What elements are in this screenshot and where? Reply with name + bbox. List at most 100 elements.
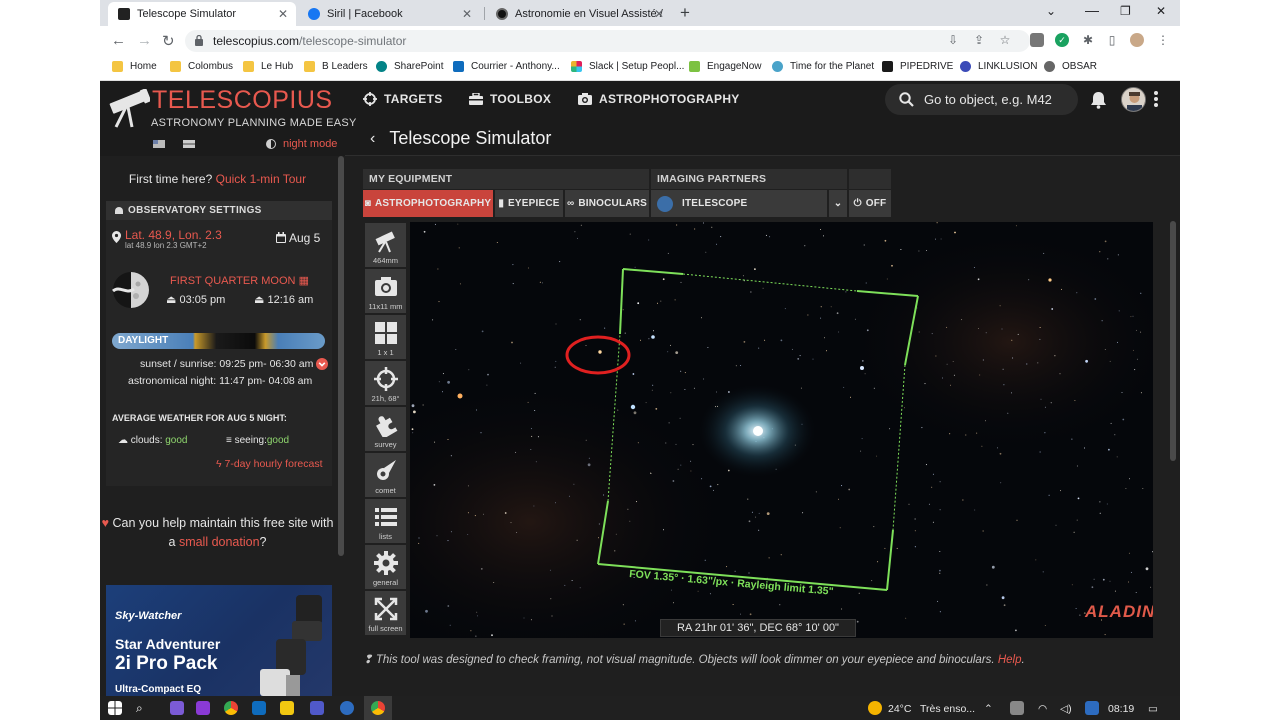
taskbar-explorer-icon[interactable] bbox=[280, 701, 294, 715]
partner-off-button[interactable]: ⏻ OFF bbox=[849, 190, 891, 217]
extension-check-icon[interactable]: ✓ bbox=[1055, 33, 1069, 47]
bookmark-engagenow[interactable]: EngageNow bbox=[689, 61, 761, 72]
bookmark-star-icon[interactable]: ☆ bbox=[998, 33, 1012, 47]
extension-grey-icon[interactable] bbox=[1030, 33, 1044, 47]
hourly-forecast-link[interactable]: ϟ 7-day hourly forecast bbox=[216, 458, 323, 470]
taskbar-weather[interactable]: Très enso... bbox=[920, 703, 975, 715]
expand-chevron-icon[interactable] bbox=[316, 358, 328, 370]
taskbar-app2-icon[interactable] bbox=[340, 701, 354, 715]
aladin-logo[interactable]: ALADIN bbox=[1085, 602, 1153, 622]
donation-link[interactable]: small donation bbox=[179, 535, 260, 549]
daylight-timeline[interactable]: DAYLIGHT bbox=[112, 333, 325, 349]
bookmark-colombus[interactable]: Colombus bbox=[170, 61, 233, 72]
bookmark-b-leaders[interactable]: B Leaders bbox=[304, 61, 368, 72]
share-icon[interactable]: ⇪ bbox=[972, 33, 986, 47]
tray-chevron-icon[interactable]: ⌃ bbox=[984, 703, 993, 715]
bookmark-le-hub[interactable]: Le Hub bbox=[243, 61, 293, 72]
location-link[interactable]: Lat. 48.9, Lon. 2.3 bbox=[125, 228, 222, 242]
tab-astrophotography[interactable]: ◙ ASTROPHOTOGRAPHY bbox=[363, 190, 493, 217]
partner-select[interactable]: ITELESCOPE bbox=[651, 190, 827, 217]
tray-app-icon[interactable] bbox=[1010, 701, 1024, 715]
sidebar-scrollbar[interactable] bbox=[338, 156, 344, 556]
close-tab-icon[interactable]: ✕ bbox=[462, 7, 472, 21]
telescope-logo-icon[interactable] bbox=[108, 89, 150, 129]
tool-target[interactable]: 21h, 68° bbox=[365, 361, 406, 405]
taskbar-outlook-icon[interactable] bbox=[252, 701, 266, 715]
back-chevron-icon[interactable]: ‹ bbox=[370, 130, 375, 148]
close-tab-icon[interactable]: ✕ bbox=[278, 7, 288, 21]
taskbar-chrome-icon[interactable] bbox=[224, 701, 238, 715]
user-avatar[interactable] bbox=[1121, 87, 1146, 112]
taskbar-clock[interactable]: 08:19 bbox=[1108, 703, 1134, 715]
quick-tour-link[interactable]: Quick 1-min Tour bbox=[216, 172, 306, 186]
profile-avatar-icon[interactable] bbox=[1130, 33, 1144, 47]
volume-icon[interactable]: ◁) bbox=[1060, 703, 1072, 715]
skywatcher-ad[interactable]: Sky-Watcher Star Adventurer 2i Pro Pack … bbox=[106, 585, 332, 696]
forward-arrow-icon[interactable]: → bbox=[137, 32, 152, 49]
lock-icon bbox=[195, 35, 203, 46]
back-arrow-icon[interactable]: ← bbox=[111, 32, 126, 49]
us-flag-icon[interactable] bbox=[153, 140, 165, 148]
tray-app2-icon[interactable] bbox=[1085, 701, 1099, 715]
close-window-icon[interactable]: ✕ bbox=[1156, 4, 1166, 18]
tab-siril-facebook[interactable]: Siril | Facebook ✕ bbox=[298, 2, 480, 26]
extensions-puzzle-icon[interactable]: ✱ bbox=[1081, 33, 1095, 47]
taskbar-teams-icon[interactable] bbox=[310, 701, 324, 715]
restore-icon[interactable]: ❐ bbox=[1120, 4, 1131, 18]
bookmark-courrier[interactable]: Courrier - Anthony... bbox=[453, 61, 560, 72]
taskbar-app-icon[interactable] bbox=[196, 701, 210, 715]
notifications-icon[interactable]: ▭ bbox=[1148, 703, 1158, 715]
taskbar-temperature[interactable]: 24°C bbox=[888, 703, 911, 715]
moon-phase-link[interactable]: FIRST QUARTER MOON ▦ bbox=[170, 274, 309, 287]
bookmark-linklusion[interactable]: LINKLUSION bbox=[960, 61, 1037, 72]
taskbar-search-icon[interactable]: ⌕ bbox=[136, 701, 150, 715]
weather-sun-icon[interactable] bbox=[868, 701, 882, 715]
url-field[interactable]: telescopius.com/telescope-simulator bbox=[185, 30, 1030, 52]
night-mode-toggle[interactable]: night mode bbox=[266, 138, 337, 150]
partner-dropdown-chevron-icon[interactable]: ⌄ bbox=[829, 190, 847, 217]
sky-view[interactable]: FOV 1.35° · 1.63"/px · Rayleigh limit 1.… bbox=[410, 222, 1153, 638]
tool-general[interactable]: general bbox=[365, 545, 406, 589]
tab-binoculars[interactable]: ∞ BINOCULARS bbox=[565, 190, 649, 217]
tool-comet[interactable]: comet bbox=[365, 453, 406, 497]
search-input[interactable] bbox=[924, 92, 1074, 107]
tool-survey[interactable]: survey bbox=[365, 407, 406, 451]
nav-astrophotography[interactable]: ASTROPHOTOGRAPHY bbox=[578, 92, 740, 106]
help-link[interactable]: Help bbox=[998, 654, 1022, 666]
tool-lists[interactable]: lists bbox=[365, 499, 406, 543]
date-selector[interactable]: Aug 5 bbox=[289, 231, 320, 245]
browser-menu-icon[interactable]: ⋮ bbox=[1156, 33, 1170, 47]
logo-title[interactable]: TELESCOPIUS bbox=[152, 86, 333, 115]
bookmark-sharepoint[interactable]: SharePoint bbox=[376, 61, 443, 72]
language-flag-icon[interactable] bbox=[183, 140, 195, 148]
taskbar-onenote-icon[interactable] bbox=[170, 701, 184, 715]
tab-search-chevron-icon[interactable]: ⌄ bbox=[1046, 4, 1056, 18]
tab-telescope-simulator[interactable]: Telescope Simulator ✕ bbox=[108, 2, 296, 26]
reload-icon[interactable]: ↻ bbox=[162, 32, 175, 50]
minimize-icon[interactable]: — bbox=[1085, 2, 1099, 18]
tab-astronomie[interactable]: Astronomie en Visuel Assisté / El ✕ bbox=[486, 2, 672, 26]
bookmark-obsar[interactable]: OBSAR bbox=[1044, 61, 1097, 72]
wifi-icon[interactable]: ◠ bbox=[1038, 703, 1047, 715]
more-menu-icon[interactable] bbox=[1154, 91, 1158, 109]
tool-telescope[interactable]: 464mm bbox=[365, 223, 406, 267]
taskbar-chrome-active-icon[interactable] bbox=[371, 701, 385, 715]
nav-targets[interactable]: TARGETS bbox=[363, 92, 443, 106]
bookmark-slack[interactable]: Slack | Setup Peopl... bbox=[571, 61, 684, 72]
page-scrollbar[interactable] bbox=[1170, 221, 1176, 461]
tool-fullscreen[interactable]: full screen bbox=[365, 591, 406, 635]
tool-mosaic[interactable]: 1 x 1 bbox=[365, 315, 406, 359]
nav-toolbox[interactable]: TOOLBOX bbox=[469, 92, 551, 106]
new-tab-icon[interactable]: + bbox=[680, 3, 690, 23]
side-panel-icon[interactable]: ▯ bbox=[1105, 33, 1119, 47]
bookmark-home[interactable]: Home bbox=[112, 61, 157, 72]
bookmark-pipedrive[interactable]: PIPEDRIVE bbox=[882, 61, 953, 72]
object-search[interactable] bbox=[885, 84, 1078, 115]
windows-start-icon[interactable] bbox=[108, 701, 122, 715]
bookmark-time-for-the-planet[interactable]: Time for the Planet bbox=[772, 61, 874, 72]
tool-camera[interactable]: 11x11 mm bbox=[365, 269, 406, 313]
tab-eyepiece[interactable]: ▮ EYEPIECE bbox=[495, 190, 563, 217]
install-app-icon[interactable]: ⇩ bbox=[946, 33, 960, 47]
close-tab-icon[interactable]: ✕ bbox=[654, 7, 664, 21]
notification-bell-icon[interactable] bbox=[1090, 91, 1107, 109]
